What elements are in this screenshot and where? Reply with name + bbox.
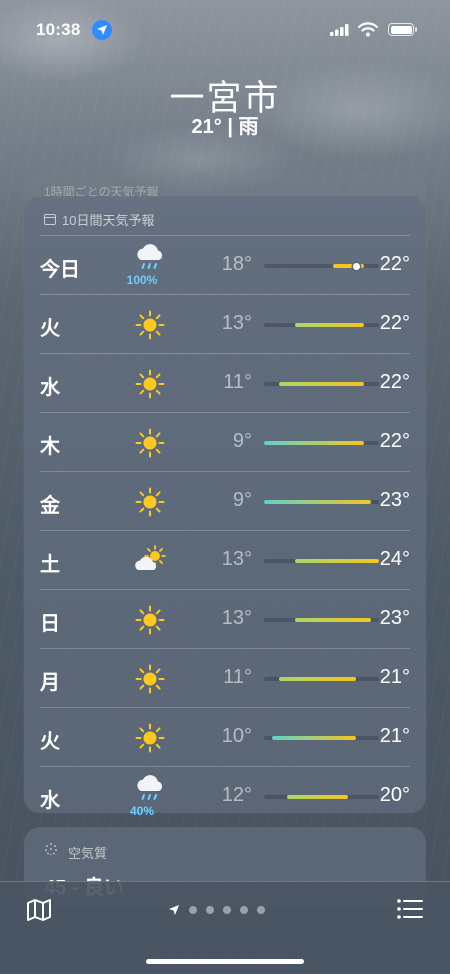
temp-range-track bbox=[264, 382, 379, 386]
sun-icon bbox=[132, 307, 168, 343]
sun-icon bbox=[132, 602, 168, 638]
rain-cloud-icon bbox=[132, 240, 168, 276]
low-temp: 13° bbox=[221, 607, 252, 629]
sun-icon bbox=[132, 661, 168, 697]
temp-range-bar bbox=[294, 559, 379, 563]
page-dot[interactable] bbox=[257, 906, 265, 914]
sun-icon bbox=[132, 425, 168, 461]
high-temp: 22° bbox=[379, 312, 410, 334]
temp-range-bar bbox=[279, 677, 356, 681]
location-arrow-icon bbox=[92, 20, 112, 40]
low-temp: 9° bbox=[232, 489, 252, 511]
temp-range-track bbox=[264, 441, 379, 445]
precipitation-chance: 100% bbox=[126, 273, 158, 287]
temp-range-track bbox=[264, 559, 379, 563]
day-label: 土 bbox=[40, 554, 60, 576]
high-temp: 24° bbox=[379, 548, 410, 570]
temp-range-track bbox=[264, 677, 379, 681]
temp-range-track bbox=[264, 795, 379, 799]
temp-range-track bbox=[264, 500, 379, 504]
temp-range-bar bbox=[264, 441, 364, 445]
page-dot[interactable] bbox=[206, 906, 214, 914]
air-quality-title: 空気質 bbox=[68, 846, 108, 861]
low-temp: 9° bbox=[232, 430, 252, 452]
forecast-row[interactable]: 土 13° 24° bbox=[40, 530, 410, 589]
partly-cloudy-icon bbox=[132, 543, 168, 579]
page-dot[interactable] bbox=[240, 906, 248, 914]
forecast-rows: 今日 100% 18° 22° 火 13° 22° 水 11° 22° 木 9° 22° 金 9° 23° 土… bbox=[40, 235, 410, 825]
temp-range-track bbox=[264, 736, 379, 740]
high-temp: 23° bbox=[379, 489, 410, 511]
temp-range-bar bbox=[279, 382, 364, 386]
map-icon[interactable] bbox=[26, 898, 52, 922]
rain-cloud-icon bbox=[132, 771, 168, 807]
forecast-row[interactable]: 水 11° 22° bbox=[40, 353, 410, 412]
low-temp: 12° bbox=[221, 784, 252, 806]
forecast-row[interactable]: 木 9° 22° bbox=[40, 412, 410, 471]
temp-range-bar bbox=[294, 618, 372, 622]
sun-icon bbox=[132, 484, 168, 520]
day-label: 水 bbox=[40, 377, 60, 399]
current-location-icon bbox=[169, 905, 179, 915]
page-dot[interactable] bbox=[223, 906, 231, 914]
day-label: 火 bbox=[40, 731, 60, 753]
high-temp: 23° bbox=[379, 607, 410, 629]
cellular-signal-icon bbox=[330, 24, 349, 36]
forecast-row[interactable]: 水 40% 12° 20° bbox=[40, 766, 410, 825]
forecast-row[interactable]: 月 11° 21° bbox=[40, 648, 410, 707]
status-bar: 10:38 bbox=[0, 0, 450, 50]
temp-range-bar bbox=[294, 323, 364, 327]
low-temp: 13° bbox=[221, 548, 252, 570]
forecast-row[interactable]: 火 13° 22° bbox=[40, 294, 410, 353]
ten-day-forecast-card[interactable]: 10日間天気予報 今日 100% 18° 22° 火 13° 22° 水 11° 22° 木 9° 2… bbox=[24, 196, 426, 818]
status-time: 10:38 bbox=[36, 20, 81, 39]
day-label: 水 bbox=[40, 790, 60, 812]
high-temp: 21° bbox=[379, 725, 410, 747]
day-label: 火 bbox=[40, 318, 60, 340]
low-temp: 11° bbox=[223, 666, 252, 688]
temp-range-track bbox=[264, 323, 379, 327]
temp-range-bar bbox=[287, 795, 349, 799]
page-indicator[interactable] bbox=[168, 904, 265, 916]
calendar-icon bbox=[44, 214, 56, 225]
high-temp: 20° bbox=[379, 784, 410, 806]
day-label: 金 bbox=[40, 495, 60, 517]
current-conditions: 21° | 雨 bbox=[191, 116, 259, 138]
forecast-title-text: 10日間天気予報 bbox=[62, 213, 155, 228]
forecast-row[interactable]: 金 9° 23° bbox=[40, 471, 410, 530]
low-temp: 11° bbox=[223, 371, 252, 393]
high-temp: 21° bbox=[379, 666, 410, 688]
day-label: 木 bbox=[40, 436, 60, 458]
low-temp: 10° bbox=[221, 725, 252, 747]
air-quality-icon bbox=[45, 843, 57, 856]
forecast-row[interactable]: 今日 100% 18° 22° bbox=[40, 235, 410, 294]
low-temp: 18° bbox=[221, 253, 252, 275]
page-dot[interactable] bbox=[189, 906, 197, 914]
temp-range-track bbox=[264, 618, 379, 622]
day-label: 月 bbox=[40, 672, 60, 694]
day-label: 今日 bbox=[40, 259, 80, 281]
current-temp-marker bbox=[352, 262, 360, 270]
temp-range-bar bbox=[271, 736, 356, 740]
battery-icon bbox=[388, 23, 417, 36]
high-temp: 22° bbox=[379, 253, 410, 275]
home-indicator[interactable] bbox=[146, 959, 304, 964]
high-temp: 22° bbox=[379, 371, 410, 393]
forecast-row[interactable]: 日 13° 23° bbox=[40, 589, 410, 648]
list-icon[interactable] bbox=[396, 898, 424, 920]
forecast-row[interactable]: 火 10° 21° bbox=[40, 707, 410, 766]
sun-icon bbox=[132, 720, 168, 756]
forecast-title: 10日間天気予報 bbox=[44, 210, 154, 229]
temp-range-bar bbox=[264, 500, 372, 504]
high-temp: 22° bbox=[379, 430, 410, 452]
wifi-icon bbox=[358, 22, 378, 37]
temp-range-track bbox=[264, 262, 379, 270]
precipitation-chance: 40% bbox=[129, 804, 155, 818]
low-temp: 13° bbox=[221, 312, 252, 334]
sun-icon bbox=[132, 366, 168, 402]
day-label: 日 bbox=[40, 613, 60, 635]
